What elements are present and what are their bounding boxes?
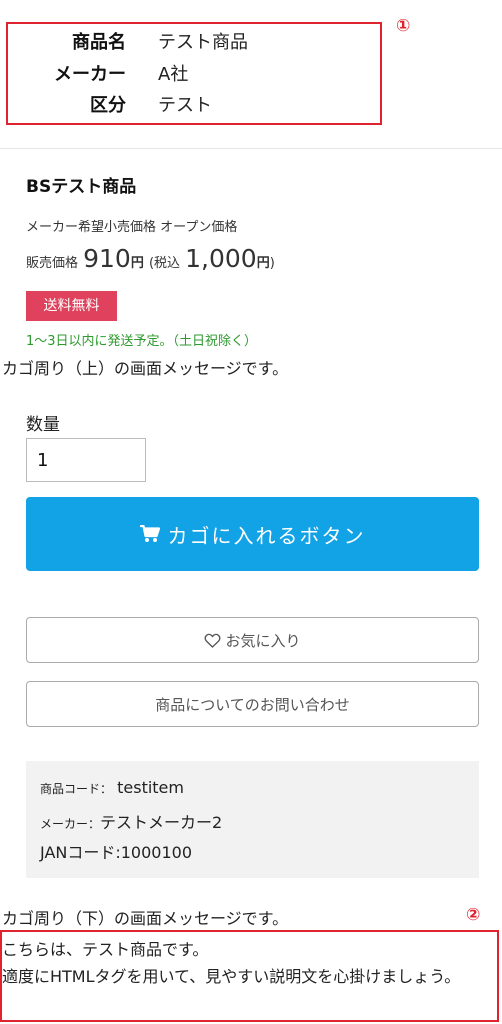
spec-label: 商品名: [72, 32, 126, 53]
spec-row-category: 区分 テスト: [8, 91, 380, 121]
cart-icon: [139, 525, 160, 542]
annotation-marker-2: ②: [466, 905, 481, 925]
shipping-note: 1〜3日以内に発送予定。（土日祝除く）: [26, 334, 258, 349]
spec-row-maker: メーカー A社: [8, 60, 380, 90]
cart-message-bottom: カゴ周り（下）の画面メッセージです。: [2, 909, 289, 928]
jan-line: JANコード:1000100: [40, 839, 192, 863]
divider: [0, 148, 502, 149]
product-title: BSテスト商品: [26, 177, 137, 197]
spec-box: 商品名 テスト商品 メーカー A社 区分 テスト: [6, 22, 382, 125]
quantity-label: 数量: [26, 415, 60, 435]
spec-value: A社: [158, 64, 189, 85]
product-code-value: testitem: [117, 778, 184, 797]
jan-code: JANコード:1000100: [40, 843, 193, 862]
annotation-marker-1: ①: [396, 16, 411, 36]
close-paren: ): [269, 256, 275, 271]
price-label: 販売価格: [26, 256, 79, 271]
spec-row-name: 商品名 テスト商品: [8, 28, 380, 58]
price-line: 販売価格 910円 (税込 1,000円): [26, 244, 275, 273]
description-box: こちらは、テスト商品です。 適度にHTMLタグを用いて、見やすい説明文を心掛けま…: [0, 930, 499, 1022]
maker-value: テストメーカー2: [100, 813, 223, 832]
price-tax-value: 1,000: [185, 244, 257, 273]
add-to-cart-button[interactable]: カゴに入れるボタン: [26, 497, 479, 571]
maker-line: メーカー：テストメーカー2: [40, 809, 222, 833]
favorite-label: お気に入り: [225, 631, 301, 650]
cart-message-top: カゴ周り（上）の画面メッセージです。: [2, 359, 289, 378]
spec-value: テスト: [158, 95, 212, 116]
product-code-line: 商品コード： testitem: [40, 778, 184, 797]
add-to-cart-label: カゴに入れるボタン: [167, 523, 366, 548]
tax-label: (税込: [148, 256, 181, 271]
product-code-label: 商品コード：: [40, 782, 113, 796]
product-info-panel: 商品コード： testitem メーカー：テストメーカー2 JANコード:100…: [26, 761, 479, 878]
description-text: こちらは、テスト商品です。 適度にHTMLタグを用いて、見やすい説明文を心掛けま…: [2, 940, 461, 986]
favorite-button[interactable]: お気に入り: [26, 617, 479, 663]
inquiry-label: 商品についてのお問い合わせ: [155, 695, 350, 714]
spec-value: テスト商品: [158, 32, 248, 53]
price-yen: 円: [130, 256, 144, 271]
inquiry-button[interactable]: 商品についてのお問い合わせ: [26, 681, 479, 727]
spec-label: 区分: [90, 95, 126, 116]
spec-label: メーカー: [54, 64, 126, 85]
free-shipping-badge: 送料無料: [26, 291, 117, 321]
maker-label: メーカー：: [40, 817, 101, 831]
msrp-text: メーカー希望小売価格 オープン価格: [26, 220, 238, 235]
heart-icon: [205, 633, 221, 648]
price-tax-yen: 円: [256, 256, 270, 271]
price-value: 910: [83, 244, 131, 273]
quantity-input[interactable]: [26, 438, 146, 482]
